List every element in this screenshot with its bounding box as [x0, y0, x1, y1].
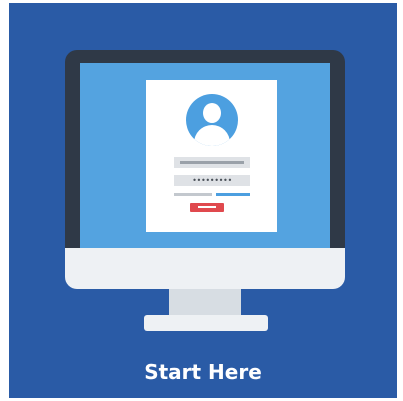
avatar-body	[194, 125, 230, 146]
avatar-head	[203, 103, 221, 123]
monitor-chin	[65, 248, 345, 289]
login-button-text-line	[198, 206, 216, 208]
user-avatar-icon	[186, 94, 238, 146]
username-placeholder-line	[180, 161, 244, 164]
monitor-stand-base	[144, 315, 268, 331]
login-form-illustration: •••••••••	[146, 80, 277, 232]
username-field-illustration	[174, 157, 250, 168]
monitor-stand-neck	[169, 289, 241, 317]
form-link-line-blue	[216, 193, 250, 196]
password-field-illustration: •••••••••	[174, 175, 250, 186]
start-here-tile[interactable]: ••••••••• Start Here	[9, 3, 397, 398]
start-here-label[interactable]: Start Here	[9, 359, 397, 385]
login-button-illustration	[190, 203, 224, 212]
form-link-line-gray	[174, 193, 212, 196]
